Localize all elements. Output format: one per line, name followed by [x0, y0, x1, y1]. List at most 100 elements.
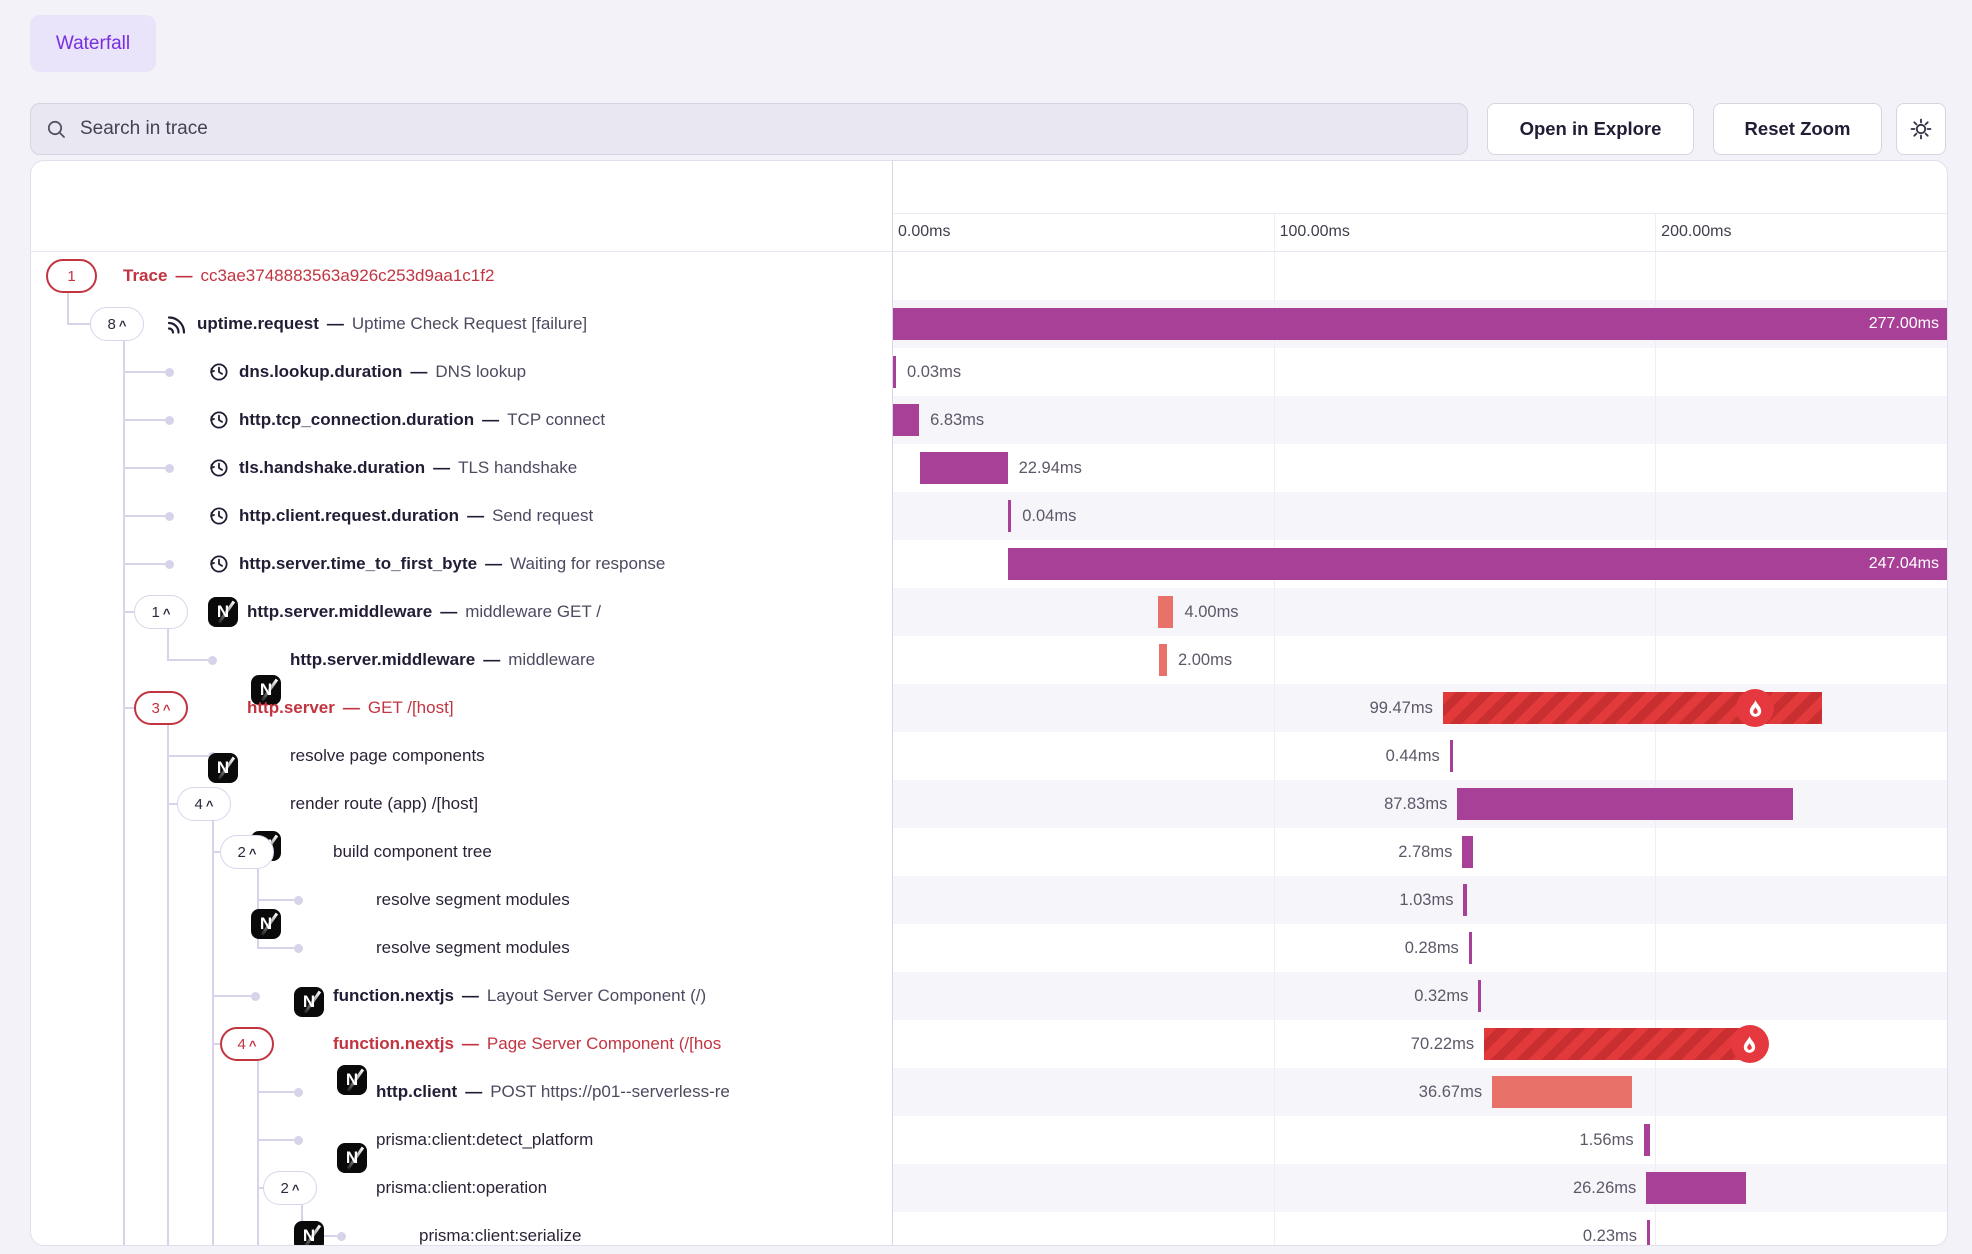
span-title[interactable]: function.nextjs—Layout Server Component …: [333, 972, 892, 1020]
tree-connector: [257, 899, 294, 901]
span-duration-bar[interactable]: [1484, 1028, 1752, 1060]
expand-pill[interactable]: 3^: [134, 691, 188, 725]
chevron-up-icon: ^: [206, 798, 214, 813]
span-duration-bar[interactable]: 247.04ms: [1008, 548, 1948, 580]
span-title[interactable]: http.client—POST https://p01--serverless…: [376, 1068, 892, 1116]
chevron-up-icon: ^: [249, 846, 257, 861]
span-title[interactable]: tls.handshake.duration—TLS handshake: [239, 444, 892, 492]
tree-connector: [167, 659, 208, 661]
duration-label: 0.23ms: [1437, 1212, 1637, 1246]
span-name: prisma:client:serialize: [419, 1226, 582, 1246]
span-description: Waiting for response: [510, 554, 665, 574]
settings-button[interactable]: [1896, 103, 1946, 155]
separator-dash: —: [467, 506, 484, 526]
header-divider: [31, 251, 1947, 252]
nextjs-icon: N: [337, 1143, 367, 1173]
span-duration-bar[interactable]: [1158, 596, 1173, 628]
span-duration-bar[interactable]: [1457, 788, 1792, 820]
nextjs-icon: N: [208, 753, 238, 783]
span-title[interactable]: http.server.time_to_first_byte—Waiting f…: [239, 540, 892, 588]
span-description: Layout Server Component (/): [487, 986, 706, 1006]
span-title[interactable]: resolve page components: [290, 732, 892, 780]
tree-connector-dot: [294, 944, 303, 953]
child-count: 2: [281, 1180, 289, 1197]
span-title[interactable]: resolve segment modules: [376, 876, 892, 924]
expand-pill[interactable]: 1^: [134, 595, 188, 629]
span-title[interactable]: http.tcp_connection.duration—TCP connect: [239, 396, 892, 444]
span-title[interactable]: prisma:client:detect_platform: [376, 1116, 892, 1164]
span-title[interactable]: http.client.request.duration — Send reques…: [239, 492, 892, 540]
tab-waterfall[interactable]: Waterfall: [30, 15, 156, 72]
tree-connector-dot: [337, 1232, 346, 1241]
duration-label: 70.22ms: [1274, 1020, 1474, 1068]
span-duration-bar[interactable]: [893, 404, 919, 436]
separator-dash: —: [465, 1082, 482, 1102]
span-title[interactable]: dns.lookup.duration—DNS lookup: [239, 348, 892, 396]
span-title[interactable]: resolve segment modules: [376, 924, 892, 972]
chevron-up-icon: ^: [119, 318, 127, 333]
span-op: function.nextjs: [333, 986, 454, 1006]
span-duration-bar[interactable]: [1492, 1076, 1632, 1108]
span-title[interactable]: build component tree: [333, 828, 892, 876]
axis-line: [892, 213, 1947, 214]
expand-pill[interactable]: 4^: [177, 787, 231, 821]
trace-title[interactable]: Trace—cc3ae3748883563a926c253d9aa1c1f2: [123, 252, 892, 300]
span-description: TLS handshake: [458, 458, 577, 478]
expand-pill[interactable]: 4^: [220, 1027, 274, 1061]
span-duration-bar[interactable]: [1469, 932, 1472, 964]
separator-dash: —: [485, 554, 502, 574]
span-duration-bar[interactable]: [1450, 740, 1453, 772]
span-duration-bar[interactable]: [1478, 980, 1481, 1012]
panel-divider[interactable]: [892, 161, 893, 1245]
span-duration-bar[interactable]: [920, 452, 1008, 484]
tree-connector-dot: [165, 368, 174, 377]
span-duration-bar[interactable]: [1646, 1172, 1746, 1204]
open-in-explore-button[interactable]: Open in Explore: [1487, 103, 1694, 155]
span-name: build component tree: [333, 842, 492, 862]
sentry-icon: [164, 312, 188, 336]
span-duration-bar[interactable]: [1008, 500, 1011, 532]
span-title[interactable]: http.server.middleware—middleware: [290, 636, 892, 684]
expand-pill[interactable]: 8^: [90, 307, 144, 341]
tree-connector-dot: [165, 416, 174, 425]
tree-connector-dot: [294, 1136, 303, 1145]
span-op: function.nextjs: [333, 1034, 454, 1054]
reset-zoom-button[interactable]: Reset Zoom: [1713, 103, 1882, 155]
span-title[interactable]: prisma:client:operation: [376, 1164, 892, 1212]
span-title[interactable]: function.nextjs—Page Server Component (/…: [333, 1020, 892, 1068]
child-count: 2: [238, 844, 246, 861]
span-duration-bar[interactable]: [1462, 836, 1473, 868]
span-duration-bar[interactable]: 277.00ms: [893, 308, 1948, 340]
span-title[interactable]: prisma:client:serialize: [419, 1212, 892, 1246]
expand-pill[interactable]: 2^: [263, 1171, 317, 1205]
tree-connector: [212, 1043, 220, 1045]
span-op: http.client.request.duration: [239, 506, 459, 526]
span-op: http.server: [247, 698, 335, 718]
tree-connector-dot: [165, 464, 174, 473]
span-name: resolve segment modules: [376, 938, 570, 958]
search-input[interactable]: [78, 117, 1452, 141]
span-title[interactable]: render route (app) /[host]: [290, 780, 892, 828]
expand-pill[interactable]: 1: [46, 259, 97, 293]
search-bar[interactable]: [30, 103, 1468, 155]
span-duration-bar[interactable]: [893, 356, 896, 388]
time-gridline: [1655, 213, 1656, 1245]
span-duration-bar[interactable]: [1644, 1124, 1650, 1156]
tree-connector-dot: [208, 656, 217, 665]
tree-connector-dot: [251, 992, 260, 1001]
separator-dash: —: [462, 1034, 479, 1054]
span-duration-bar[interactable]: [1159, 644, 1167, 676]
span-title[interactable]: http.server.middleware—middleware GET /: [247, 588, 892, 636]
time-tick-label: 200.00ms: [1661, 213, 1731, 251]
span-title[interactable]: http.server—GET /[host]: [247, 684, 892, 732]
span-description: Send request: [492, 506, 593, 526]
span-title[interactable]: uptime.request—Uptime Check Request [fai…: [197, 300, 892, 348]
expand-pill[interactable]: 2^: [220, 835, 274, 869]
duration-label: 22.94ms: [1019, 444, 1082, 492]
duration-label: 26.26ms: [1436, 1164, 1636, 1212]
span-op: tls.handshake.duration: [239, 458, 425, 478]
search-icon: [46, 119, 67, 140]
span-duration-bar[interactable]: [1463, 884, 1467, 916]
tree-connector: [123, 419, 165, 421]
span-duration-bar[interactable]: [1647, 1220, 1650, 1246]
